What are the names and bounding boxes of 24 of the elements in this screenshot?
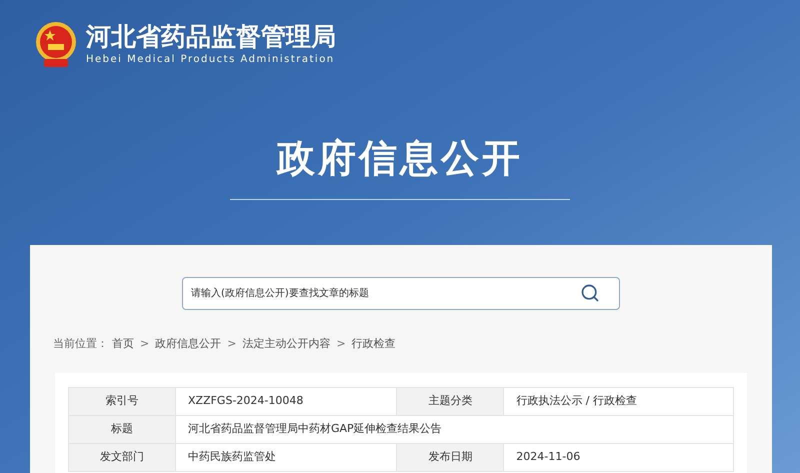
table-header-cell: 发文部门 <box>68 443 176 471</box>
breadcrumb-link[interactable]: 行政检查 <box>352 336 396 352</box>
table-header-cell: 索引号 <box>68 387 176 415</box>
emblem-icon <box>34 20 78 68</box>
site-subtitle: Hebei Medical Products Administration <box>86 53 336 68</box>
search-icon[interactable] <box>580 283 600 303</box>
table-cell: 中药民族药监管处 <box>176 443 397 471</box>
table-cell: XZZFGS-2024-10048 <box>176 387 397 415</box>
breadcrumb-link[interactable]: 政府信息公开 <box>155 336 222 352</box>
table-cell: 行政执法公示 / 行政检查 <box>504 387 734 415</box>
breadcrumb-separator: > <box>139 336 150 352</box>
site-title: 河北省药品监督管理局 <box>86 20 336 52</box>
breadcrumb-separator: > <box>226 336 238 352</box>
search-field[interactable]: 请输入(政府信息公开)要查找文章的标题 <box>182 277 620 310</box>
breadcrumb-link[interactable]: 法定主动公开内容 <box>242 336 330 352</box>
breadcrumb-link[interactable]: 首页 <box>112 336 134 352</box>
breadcrumb-separator: > <box>335 336 347 352</box>
table-header-cell: 标题 <box>68 415 176 443</box>
table-header-cell: 主题分类 <box>396 387 504 415</box>
banner-title: 政府信息公开 <box>277 135 523 182</box>
table-cell: 河北省药品监督管理局中药材GAP延伸检查结果公告 <box>176 415 734 443</box>
breadcrumb-label: 当前位置： <box>53 336 108 352</box>
table-cell: 2024-11-06 <box>504 443 734 471</box>
table-header-cell: 发布日期 <box>396 443 504 471</box>
